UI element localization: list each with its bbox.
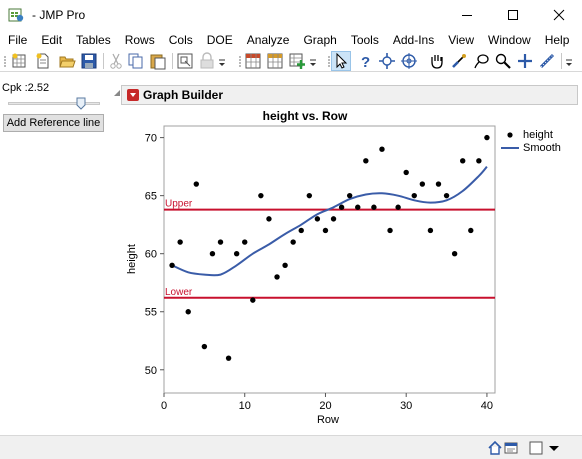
data-point[interactable] <box>282 262 288 269</box>
chart-title: height vs. Row <box>263 109 348 123</box>
legend-point-icon <box>507 132 513 138</box>
data-point[interactable] <box>258 192 264 199</box>
data-point[interactable] <box>250 297 256 303</box>
data-point[interactable] <box>484 134 490 141</box>
data-point[interactable] <box>338 204 345 210</box>
data-point[interactable] <box>298 227 304 234</box>
data-point[interactable] <box>209 250 216 257</box>
reference-label-upper: Upper <box>165 199 193 210</box>
data-point[interactable] <box>468 227 474 234</box>
jmp-window: - JMP Pro File Edit Tables Rows Cols DOE… <box>0 0 582 459</box>
y-tick-label: 50 <box>145 365 157 377</box>
legend-label-height: height <box>523 129 553 141</box>
data-point[interactable] <box>185 309 191 315</box>
data-point[interactable] <box>330 216 337 222</box>
x-tick-label: 40 <box>481 400 493 412</box>
y-axis-label: height <box>126 244 138 274</box>
legend-label-smooth: Smooth <box>523 142 561 154</box>
x-axis-label: Row <box>317 414 339 426</box>
x-axis: 0 10 20 30 40 <box>161 393 493 412</box>
data-point[interactable] <box>314 216 321 222</box>
x-tick-label: 30 <box>400 400 412 412</box>
data-point[interactable] <box>233 250 240 257</box>
data-point[interactable] <box>411 192 417 199</box>
data-point[interactable] <box>435 181 442 187</box>
data-point[interactable] <box>451 250 458 257</box>
dropdown-arrow-icon[interactable] <box>546 440 562 456</box>
data-point[interactable] <box>193 181 199 187</box>
data-point[interactable] <box>225 355 232 361</box>
data-point[interactable] <box>306 192 313 199</box>
status-bar <box>0 435 582 459</box>
data-point[interactable] <box>427 227 434 234</box>
data-point[interactable] <box>387 227 393 234</box>
data-point[interactable] <box>217 239 224 245</box>
data-point[interactable] <box>274 274 280 280</box>
data-point[interactable] <box>460 158 466 164</box>
x-tick-label: 10 <box>239 400 251 412</box>
data-point[interactable] <box>322 227 329 234</box>
data-point[interactable] <box>363 158 369 164</box>
data-point[interactable] <box>355 204 361 210</box>
data-point[interactable] <box>169 262 175 269</box>
data-point[interactable] <box>419 181 426 187</box>
data-point[interactable] <box>242 239 248 245</box>
window-list-icon[interactable] <box>503 440 519 456</box>
y-tick-label: 60 <box>145 249 157 261</box>
data-point[interactable] <box>379 146 385 152</box>
data-point[interactable] <box>177 239 183 245</box>
x-tick-label: 20 <box>319 400 331 412</box>
legend: height Smooth <box>501 129 561 154</box>
x-tick-label: 0 <box>161 400 167 412</box>
y-tick-label: 70 <box>145 133 157 145</box>
data-point[interactable] <box>266 216 272 222</box>
reference-label-lower: Lower <box>165 287 193 298</box>
home-window-icon[interactable] <box>487 440 503 456</box>
y-tick-label: 65 <box>145 191 157 203</box>
data-point[interactable] <box>443 192 450 199</box>
window-checkbox-icon[interactable] <box>528 440 544 456</box>
height-vs-row-chart: height vs. Row 50 55 60 65 70 0 10 20 30 40 Uppe… <box>126 109 561 426</box>
data-point[interactable] <box>403 169 409 176</box>
data-point[interactable] <box>371 204 377 210</box>
plot-frame[interactable] <box>163 125 496 394</box>
data-point[interactable] <box>395 204 401 210</box>
data-point[interactable] <box>346 192 353 199</box>
data-point[interactable] <box>476 158 482 164</box>
data-point[interactable] <box>201 343 208 350</box>
data-point[interactable] <box>290 239 296 245</box>
y-tick-label: 55 <box>145 307 157 319</box>
y-axis: 50 55 60 65 70 <box>145 133 164 377</box>
